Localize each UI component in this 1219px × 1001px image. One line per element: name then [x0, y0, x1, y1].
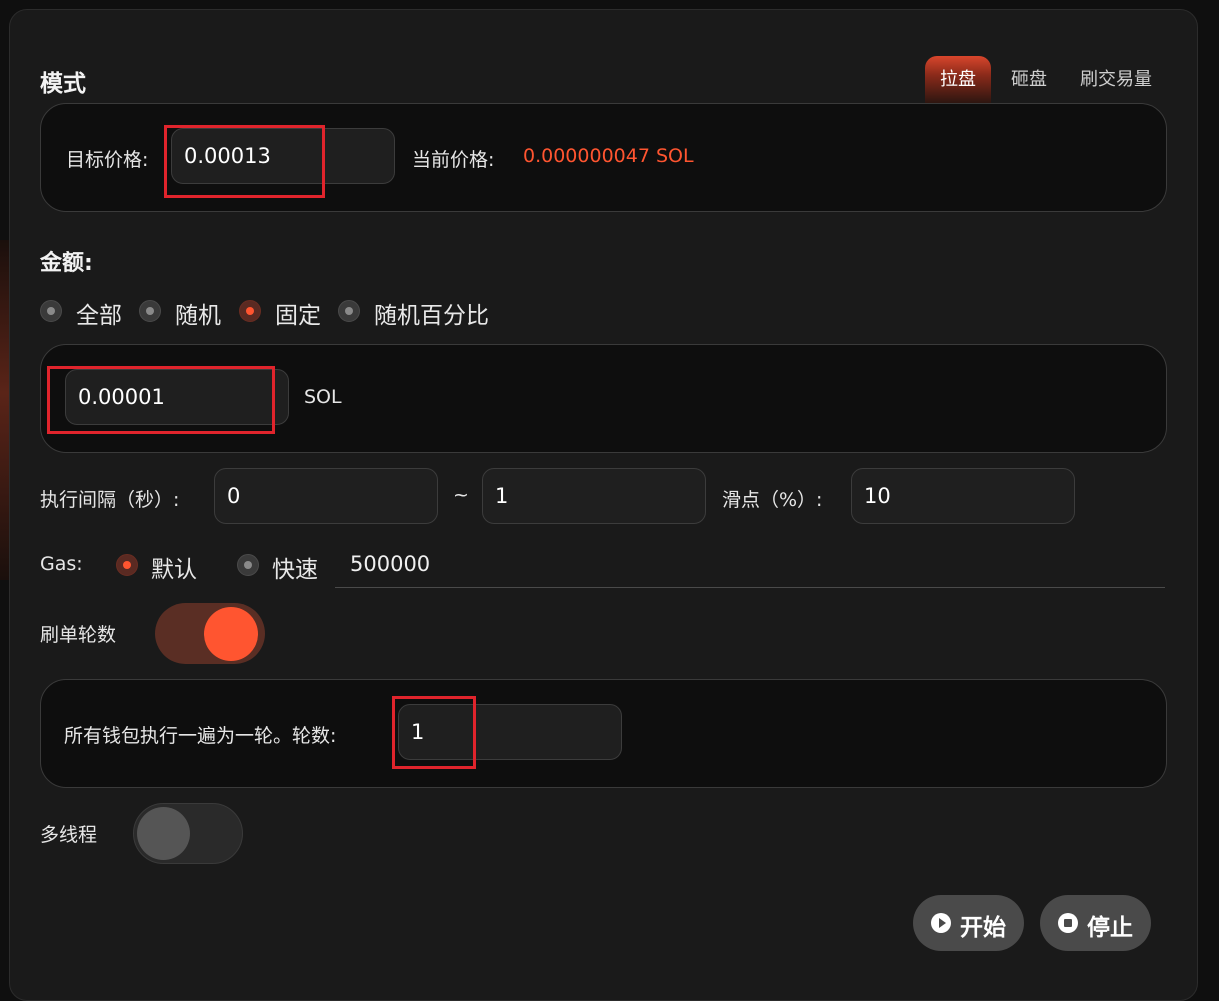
radio-gas-default-label[interactable]: 默认 — [151, 550, 197, 584]
interval-separator: ~ — [453, 484, 469, 506]
rounds-toggle-knob — [204, 607, 258, 661]
radio-amount-all[interactable] — [40, 300, 62, 322]
radio-gas-fast[interactable] — [237, 554, 259, 576]
stop-circle-icon — [1058, 913, 1078, 933]
radio-amount-random-label[interactable]: 随机 — [175, 296, 221, 330]
target-price-label: 目标价格: — [66, 149, 149, 171]
radio-gas-default[interactable] — [116, 554, 138, 576]
rounds-toggle[interactable] — [155, 603, 265, 664]
play-circle-icon — [931, 913, 951, 933]
tab-dump[interactable]: 砸盘 — [1000, 56, 1058, 104]
stop-button-label: 停止 — [1087, 915, 1133, 941]
gas-label: Gas: — [40, 553, 83, 575]
rounds-label: 刷单轮数 — [40, 624, 117, 646]
amount-unit: SOL — [304, 386, 342, 408]
interval-label: 执行间隔（秒）: — [40, 489, 180, 511]
highlight-box-target-price — [164, 125, 325, 198]
multithread-label: 多线程 — [40, 824, 98, 846]
highlight-box-rounds — [392, 696, 476, 769]
radio-amount-fixed[interactable] — [239, 300, 261, 322]
interval-max-input[interactable]: 1 — [482, 468, 706, 524]
slippage-label: 滑点（%）: — [722, 489, 823, 511]
rounds-description: 所有钱包执行一遍为一轮。轮数: — [64, 725, 337, 747]
radio-gas-fast-label[interactable]: 快速 — [272, 550, 318, 584]
slippage-input[interactable]: 10 — [851, 468, 1075, 524]
start-button-label: 开始 — [960, 915, 1006, 941]
radio-amount-random-percent[interactable] — [338, 300, 360, 322]
mode-title: 模式 — [40, 71, 86, 97]
radio-amount-all-label[interactable]: 全部 — [76, 296, 122, 330]
radio-amount-fixed-label[interactable]: 固定 — [275, 296, 321, 330]
start-button[interactable]: 开始 — [913, 895, 1024, 951]
gas-value: 500000 — [350, 552, 431, 576]
current-price-label: 当前价格: — [412, 149, 495, 171]
amount-title: 金额: — [40, 251, 93, 276]
radio-amount-random[interactable] — [139, 300, 161, 322]
radio-amount-random-percent-label[interactable]: 随机百分比 — [374, 296, 489, 330]
tab-volume[interactable]: 刷交易量 — [1068, 56, 1164, 104]
multithread-toggle-knob — [137, 807, 190, 860]
gas-value-input[interactable]: 500000 — [335, 545, 1165, 588]
stop-button[interactable]: 停止 — [1040, 895, 1151, 951]
multithread-toggle[interactable] — [133, 803, 243, 864]
tab-pump[interactable]: 拉盘 — [925, 56, 991, 104]
current-price-value: 0.000000047 SOL — [523, 145, 694, 167]
highlight-box-amount — [47, 366, 275, 434]
interval-min-input[interactable]: 0 — [214, 468, 438, 524]
